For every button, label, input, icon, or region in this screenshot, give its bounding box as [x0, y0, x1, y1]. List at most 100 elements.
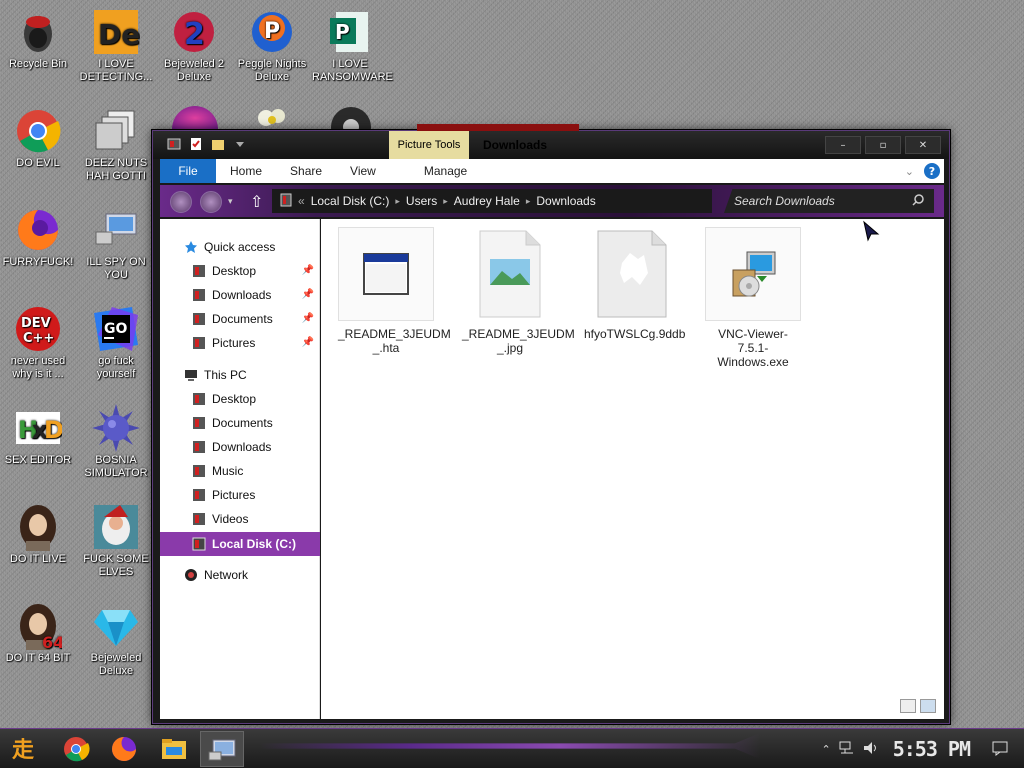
nav-pc-videos[interactable]: Videos [160, 508, 320, 530]
nav-pc-pictures[interactable]: Pictures [160, 484, 320, 506]
breadcrumb-users[interactable]: Users [406, 194, 437, 208]
nav-pc-downloads[interactable]: Downloads [160, 436, 320, 458]
desktop-icon-diamond[interactable]: Bejeweled Deluxe [78, 602, 154, 678]
taskbar-clock[interactable]: 5:53 PM [887, 737, 984, 761]
taskbar-active-app[interactable] [200, 731, 244, 767]
file-item[interactable]: VNC-Viewer-7.5.1- Windows.exe [705, 227, 801, 369]
desktop-icon-publisher[interactable]: P I LOVE RANSOMWARE [312, 8, 393, 84]
portrait-64-icon: 64 [14, 602, 64, 652]
desktop-icon-chrome[interactable]: DO EVIL [0, 107, 76, 170]
drive-icon [280, 193, 292, 210]
address-bar[interactable]: « Local Disk (C:) ▸ Users ▸ Audrey Hale … [272, 189, 712, 213]
picture-tools-tab[interactable]: Picture Tools [389, 131, 469, 159]
nav-this-pc[interactable]: This PC [160, 364, 320, 386]
search-icon [912, 194, 924, 209]
taskbar-file-explorer-icon[interactable] [160, 735, 188, 763]
forward-button[interactable] [200, 191, 222, 213]
nav-network[interactable]: Network [160, 564, 320, 586]
desktop-icon-santa[interactable]: FUCK SOME ELVES [78, 503, 154, 579]
details-view-icon[interactable] [900, 699, 916, 713]
taskbar-decoration [260, 733, 760, 759]
svg-text:P: P [264, 19, 280, 44]
start-icon[interactable]: 走 [10, 735, 38, 763]
window-title: Downloads [483, 138, 548, 152]
properties-icon[interactable] [189, 137, 203, 151]
folder-icon [192, 336, 206, 350]
peggle-icon: P [248, 8, 296, 56]
pin-icon: 📌 [301, 313, 314, 324]
explorer-app-icon[interactable] [167, 137, 181, 151]
large-icons-view-icon[interactable] [920, 699, 936, 713]
network-tray-icon[interactable] [839, 741, 855, 758]
desktop-icon-firefox[interactable]: FURRYFUCK! [0, 206, 76, 269]
tab-view[interactable]: View [336, 159, 390, 183]
minimize-button[interactable]: – [825, 136, 861, 154]
file-item[interactable]: hfyoTWSLCg.9ddb [584, 227, 686, 341]
file-name: hfyoTWSLCg.9ddb [584, 327, 686, 341]
nav-quick-access[interactable]: Quick access [160, 236, 320, 258]
breadcrumb-user[interactable]: Audrey Hale [454, 194, 520, 208]
taskbar-chrome-icon[interactable] [62, 735, 90, 763]
nav-quick-pictures[interactable]: Pictures 📌 [160, 332, 320, 354]
nav-local-disk[interactable]: Local Disk (C:) [160, 532, 320, 556]
navigation-bar: ▾ ⇧ « Local Disk (C:) ▸ Users ▸ Audrey H… [160, 185, 944, 217]
dropdown-arrow-icon[interactable] [233, 137, 247, 151]
ribbon-right-controls: ⌄ ? [905, 163, 940, 179]
breadcrumb-downloads[interactable]: Downloads [536, 194, 595, 208]
nav-quick-documents[interactable]: Documents 📌 [160, 308, 320, 330]
expand-ribbon-icon[interactable]: ⌄ [905, 165, 914, 178]
spiked-ball-icon [92, 404, 140, 452]
tray-chevron-up-icon[interactable]: ⌃ [821, 743, 830, 756]
stacked-windows-icon [92, 107, 140, 155]
firefox-icon [14, 206, 62, 254]
desktop-icon-portrait[interactable]: DO IT LIVE [0, 503, 76, 566]
desktop-icon-stacked-windows[interactable]: DEEZ NUTS HAH GOTTI [78, 107, 154, 183]
desktop-icon-remote-desktop[interactable]: ILL SPY ON YOU [78, 206, 154, 282]
tab-manage[interactable]: Manage [410, 159, 481, 183]
tab-file[interactable]: File [160, 159, 216, 183]
help-icon[interactable]: ? [924, 163, 940, 179]
desktop-icon-peggle[interactable]: P Peggle Nights Deluxe [234, 8, 310, 84]
desktop-icon-goland[interactable]: GO go fuck yourself [78, 305, 154, 381]
desktop-icon-portrait-64[interactable]: 64 DO IT 64 BIT [0, 602, 76, 665]
folder-icon [192, 512, 206, 526]
desktop-icon-bejeweled-2[interactable]: 2 Bejeweled 2 Deluxe [156, 8, 232, 84]
file-item[interactable]: _README_3JEUDM _.hta [338, 227, 451, 355]
maximize-button[interactable]: ▫ [865, 136, 901, 154]
tab-home[interactable]: Home [216, 159, 276, 183]
title-accent-bar [417, 124, 579, 131]
image-file-icon [462, 227, 558, 321]
publisher-icon: P [326, 8, 374, 56]
window-controls: – ▫ ✕ [825, 136, 941, 154]
close-button[interactable]: ✕ [905, 136, 941, 154]
ribbon-tabs: File Home Share View Manage ⌄ ? [160, 159, 944, 183]
notifications-icon[interactable] [992, 740, 1024, 759]
bejeweled-2-icon: 2 [170, 8, 218, 56]
desktop-icon-recycle-bin[interactable]: Recycle Bin [0, 8, 76, 71]
folder-icon [192, 264, 206, 278]
volume-icon[interactable] [863, 741, 879, 758]
taskbar-firefox-icon[interactable] [110, 735, 138, 763]
recent-locations-icon[interactable]: ▾ [228, 197, 233, 207]
desktop-icon-spiked-ball[interactable]: BOSNIA SIMULATOR [78, 404, 154, 480]
de-app-icon: De [92, 8, 140, 56]
nav-quick-downloads[interactable]: Downloads 📌 [160, 284, 320, 306]
title-bar[interactable]: Picture Tools Downloads – ▫ ✕ [153, 131, 949, 159]
search-input[interactable]: Search Downloads [724, 189, 934, 213]
nav-quick-desktop[interactable]: Desktop 📌 [160, 260, 320, 282]
desktop-icon-hxd[interactable]: HxD SEX EDITOR [0, 404, 76, 467]
up-arrow-icon[interactable]: ⇧ [250, 192, 263, 211]
nav-pc-documents[interactable]: Documents [160, 412, 320, 434]
pin-icon: 📌 [301, 289, 314, 300]
back-button[interactable] [170, 191, 192, 213]
nav-pc-music[interactable]: Music [160, 460, 320, 482]
pin-icon: 📌 [301, 337, 314, 348]
desktop-icon-devcpp[interactable]: DEV C++ never used why is it ... [0, 305, 76, 381]
new-folder-icon[interactable] [211, 137, 225, 151]
tab-share[interactable]: Share [276, 159, 336, 183]
file-item[interactable]: _README_3JEUDM _.jpg [462, 227, 575, 355]
file-explorer-window: Picture Tools Downloads – ▫ ✕ File Home … [152, 124, 950, 724]
nav-pc-desktop[interactable]: Desktop [160, 388, 320, 410]
desktop-icon-de-app[interactable]: De I LOVE DETECTING... [78, 8, 154, 84]
breadcrumb-local-disk[interactable]: Local Disk (C:) [311, 194, 390, 208]
